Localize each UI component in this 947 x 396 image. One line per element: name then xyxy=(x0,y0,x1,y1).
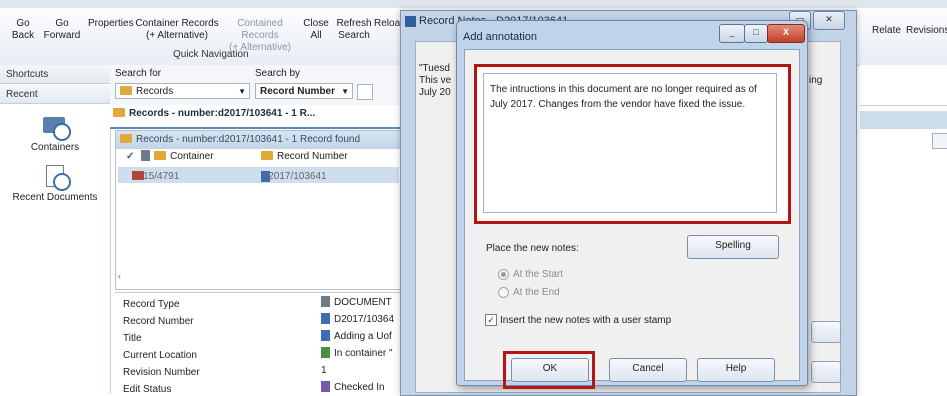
close-icon[interactable]: ✕ xyxy=(813,11,845,30)
user-stamp-checkbox[interactable]: ✓ xyxy=(485,314,497,326)
detail-value: Adding a Uof xyxy=(321,330,392,342)
recent-header[interactable]: Recent xyxy=(0,85,110,104)
search-by-label: Search by xyxy=(255,68,301,79)
annotation-highlight: The intructions in this document are no … xyxy=(474,64,791,224)
search-for-label: Search for xyxy=(115,68,162,79)
right-ribbon: Relate Revisions xyxy=(860,8,947,65)
column-container[interactable]: ✓ Container xyxy=(126,150,214,163)
at-start-label: At the Start xyxy=(513,269,564,280)
folder-icon xyxy=(113,107,125,117)
top-strip xyxy=(0,0,947,8)
containers-tile[interactable]: Containers xyxy=(0,113,110,153)
tag-icon xyxy=(141,150,151,161)
at-start-radio[interactable] xyxy=(498,269,509,280)
cancel-button[interactable]: Cancel xyxy=(609,358,687,382)
go-back-button[interactable]: Go Back xyxy=(10,18,36,42)
containers-label: Containers xyxy=(30,142,80,153)
detail-value: In container " xyxy=(321,347,393,359)
containers-icon xyxy=(41,113,71,141)
results-panel: Records - number:d2017/103641 - 1 Record… xyxy=(115,130,402,290)
document-icon xyxy=(321,313,330,324)
detail-label: Title xyxy=(123,333,142,344)
record-type-icon xyxy=(321,296,330,307)
check-icon: ✓ xyxy=(126,151,135,163)
help-button[interactable]: Help xyxy=(697,358,775,382)
tab-records[interactable]: Records - number:d2017/103641 - 1 R... xyxy=(113,107,316,119)
results-panel-title: Records - number:d2017/103641 - 1 Record… xyxy=(116,131,401,149)
maximize-button[interactable]: □ xyxy=(744,24,768,43)
dialog-title: Add annotation xyxy=(463,31,538,43)
notes-text-line: This ve xyxy=(419,75,452,86)
search-options-button[interactable] xyxy=(357,84,373,100)
results-tab-strip: Records - number:d2017/103641 - 1 R... xyxy=(110,105,400,129)
properties-button[interactable]: Properties xyxy=(88,18,134,30)
edit-status-icon xyxy=(321,381,330,392)
refresh-search-button[interactable]: Refresh Search xyxy=(334,18,374,42)
place-notes-label: Place the new notes: xyxy=(486,243,579,254)
notes-text-fragment: ing xyxy=(809,75,823,86)
search-bar: Search for Search by Records ▼ Record Nu… xyxy=(110,65,400,106)
chevron-down-icon: ▼ xyxy=(238,87,246,96)
folder-icon xyxy=(120,85,132,95)
folder-icon xyxy=(120,133,132,143)
detail-value: Checked In xyxy=(321,381,385,393)
folder-icon xyxy=(154,151,167,160)
detail-label: Current Location xyxy=(123,350,197,361)
detail-value: 1 xyxy=(321,365,327,376)
quick-navigation-group-label: Quick Navigation xyxy=(173,49,249,60)
search-by-value: Record Number xyxy=(260,86,336,97)
detail-label: Revision Number xyxy=(123,367,200,378)
close-all-button[interactable]: Close All xyxy=(302,18,330,42)
search-by-select[interactable]: Record Number ▼ xyxy=(255,83,353,99)
tab-label: Records - number:d2017/103641 - 1 R... xyxy=(129,108,316,119)
notes-text-line: July 20 xyxy=(419,87,451,98)
recent-documents-icon xyxy=(41,163,71,191)
revisions-button[interactable]: Revisions xyxy=(906,25,947,37)
notes-button[interactable] xyxy=(811,321,841,343)
detail-label: Edit Status xyxy=(123,384,172,395)
at-end-label: At the End xyxy=(513,287,560,298)
detail-value: D2017/10364 xyxy=(321,313,394,325)
detail-label: Record Number xyxy=(123,316,194,327)
recent-documents-label: Recent Documents xyxy=(12,192,98,203)
relate-button[interactable]: Relate xyxy=(872,25,901,37)
chevron-down-icon: ▼ xyxy=(341,87,349,96)
go-forward-button[interactable]: Go Forward xyxy=(40,18,84,42)
notes-text-line: "Tuesd xyxy=(419,63,450,74)
detail-label: Record Type xyxy=(123,299,180,310)
left-sidebar: Shortcuts Recent Containers Recent Docum… xyxy=(0,65,111,394)
container-records-button[interactable]: Container Records (+ Alternative) xyxy=(133,18,221,42)
close-icon[interactable]: X xyxy=(767,24,805,43)
at-end-radio[interactable] xyxy=(498,287,509,298)
annotation-textarea[interactable]: The intructions in this document are no … xyxy=(483,73,777,213)
dialog-body: The intructions in this document are no … xyxy=(464,49,800,389)
shortcuts-header[interactable]: Shortcuts xyxy=(0,65,110,84)
table-row[interactable]: 2015/4791 D2017/103641 xyxy=(118,167,399,183)
location-icon xyxy=(321,347,330,358)
app-icon xyxy=(405,16,416,27)
search-for-select[interactable]: Records ▼ xyxy=(115,83,250,99)
notes-button[interactable] xyxy=(811,361,841,383)
column-record-number[interactable]: Record Number xyxy=(261,150,348,162)
ok-button[interactable]: OK xyxy=(511,358,589,382)
record-details: Record Type DOCUMENT Record Number D2017… xyxy=(115,292,400,395)
spelling-button[interactable]: Spelling xyxy=(687,235,779,259)
scroll-left-icon[interactable]: ‹ xyxy=(118,271,121,281)
minimize-button[interactable]: _ xyxy=(719,24,745,43)
document-icon xyxy=(321,330,330,341)
add-annotation-dialog: Add annotation _ □ X The intructions in … xyxy=(456,20,808,389)
detail-value: DOCUMENT xyxy=(321,296,392,308)
user-stamp-label: Insert the new notes with a user stamp xyxy=(500,315,672,326)
right-background xyxy=(860,65,947,394)
search-for-value: Records xyxy=(136,86,174,97)
recent-documents-tile[interactable]: Recent Documents xyxy=(0,163,110,203)
folder-icon xyxy=(261,150,273,160)
